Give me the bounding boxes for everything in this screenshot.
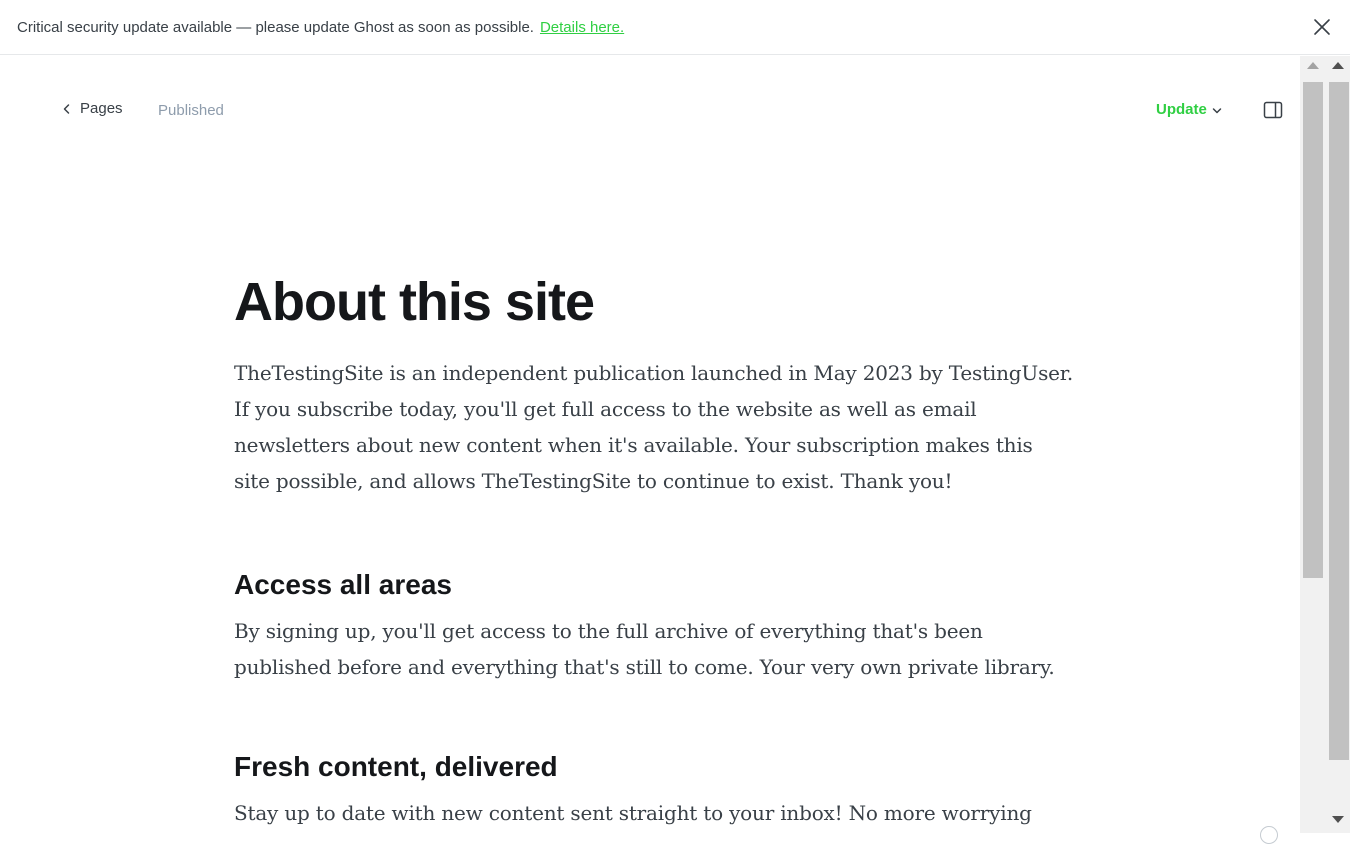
page-editor: Pages Published Update About this site T… xyxy=(0,56,1300,833)
editor-scrollbar[interactable] xyxy=(1300,56,1326,833)
update-button[interactable]: Update xyxy=(1156,101,1222,118)
chevron-down-icon xyxy=(1212,108,1222,114)
close-icon[interactable] xyxy=(1311,16,1333,38)
security-banner: Critical security update available — ple… xyxy=(0,0,1350,55)
scrollbar-thumb[interactable] xyxy=(1329,82,1349,760)
banner-message: Critical security update available — ple… xyxy=(17,18,534,36)
update-label: Update xyxy=(1156,101,1207,118)
banner-details-link[interactable]: Details here. xyxy=(540,19,624,36)
scroll-down-arrow[interactable] xyxy=(1332,816,1344,823)
section-heading[interactable]: Access all areas xyxy=(234,567,1074,603)
page-title[interactable]: About this site xyxy=(234,269,1074,335)
section-paragraph[interactable]: By signing up, you'll get access to the … xyxy=(234,613,1074,685)
help-icon[interactable] xyxy=(1260,826,1278,844)
scroll-up-arrow[interactable] xyxy=(1332,62,1344,69)
sidebar-toggle-icon[interactable] xyxy=(1263,101,1283,119)
section-heading[interactable]: Fresh content, delivered xyxy=(234,749,1074,785)
publish-status: Published xyxy=(158,102,224,119)
back-to-pages-link[interactable]: Pages xyxy=(62,100,123,117)
window-scrollbar[interactable] xyxy=(1326,56,1350,833)
section-paragraph[interactable]: Stay up to date with new content sent st… xyxy=(234,795,1074,833)
back-label: Pages xyxy=(80,100,123,117)
intro-paragraph[interactable]: TheTestingSite is an independent publica… xyxy=(234,355,1074,499)
scroll-up-arrow[interactable] xyxy=(1307,62,1319,69)
article-content[interactable]: About this site TheTestingSite is an ind… xyxy=(234,269,1074,833)
chevron-left-icon xyxy=(63,103,70,114)
scrollbar-thumb[interactable] xyxy=(1303,82,1323,578)
